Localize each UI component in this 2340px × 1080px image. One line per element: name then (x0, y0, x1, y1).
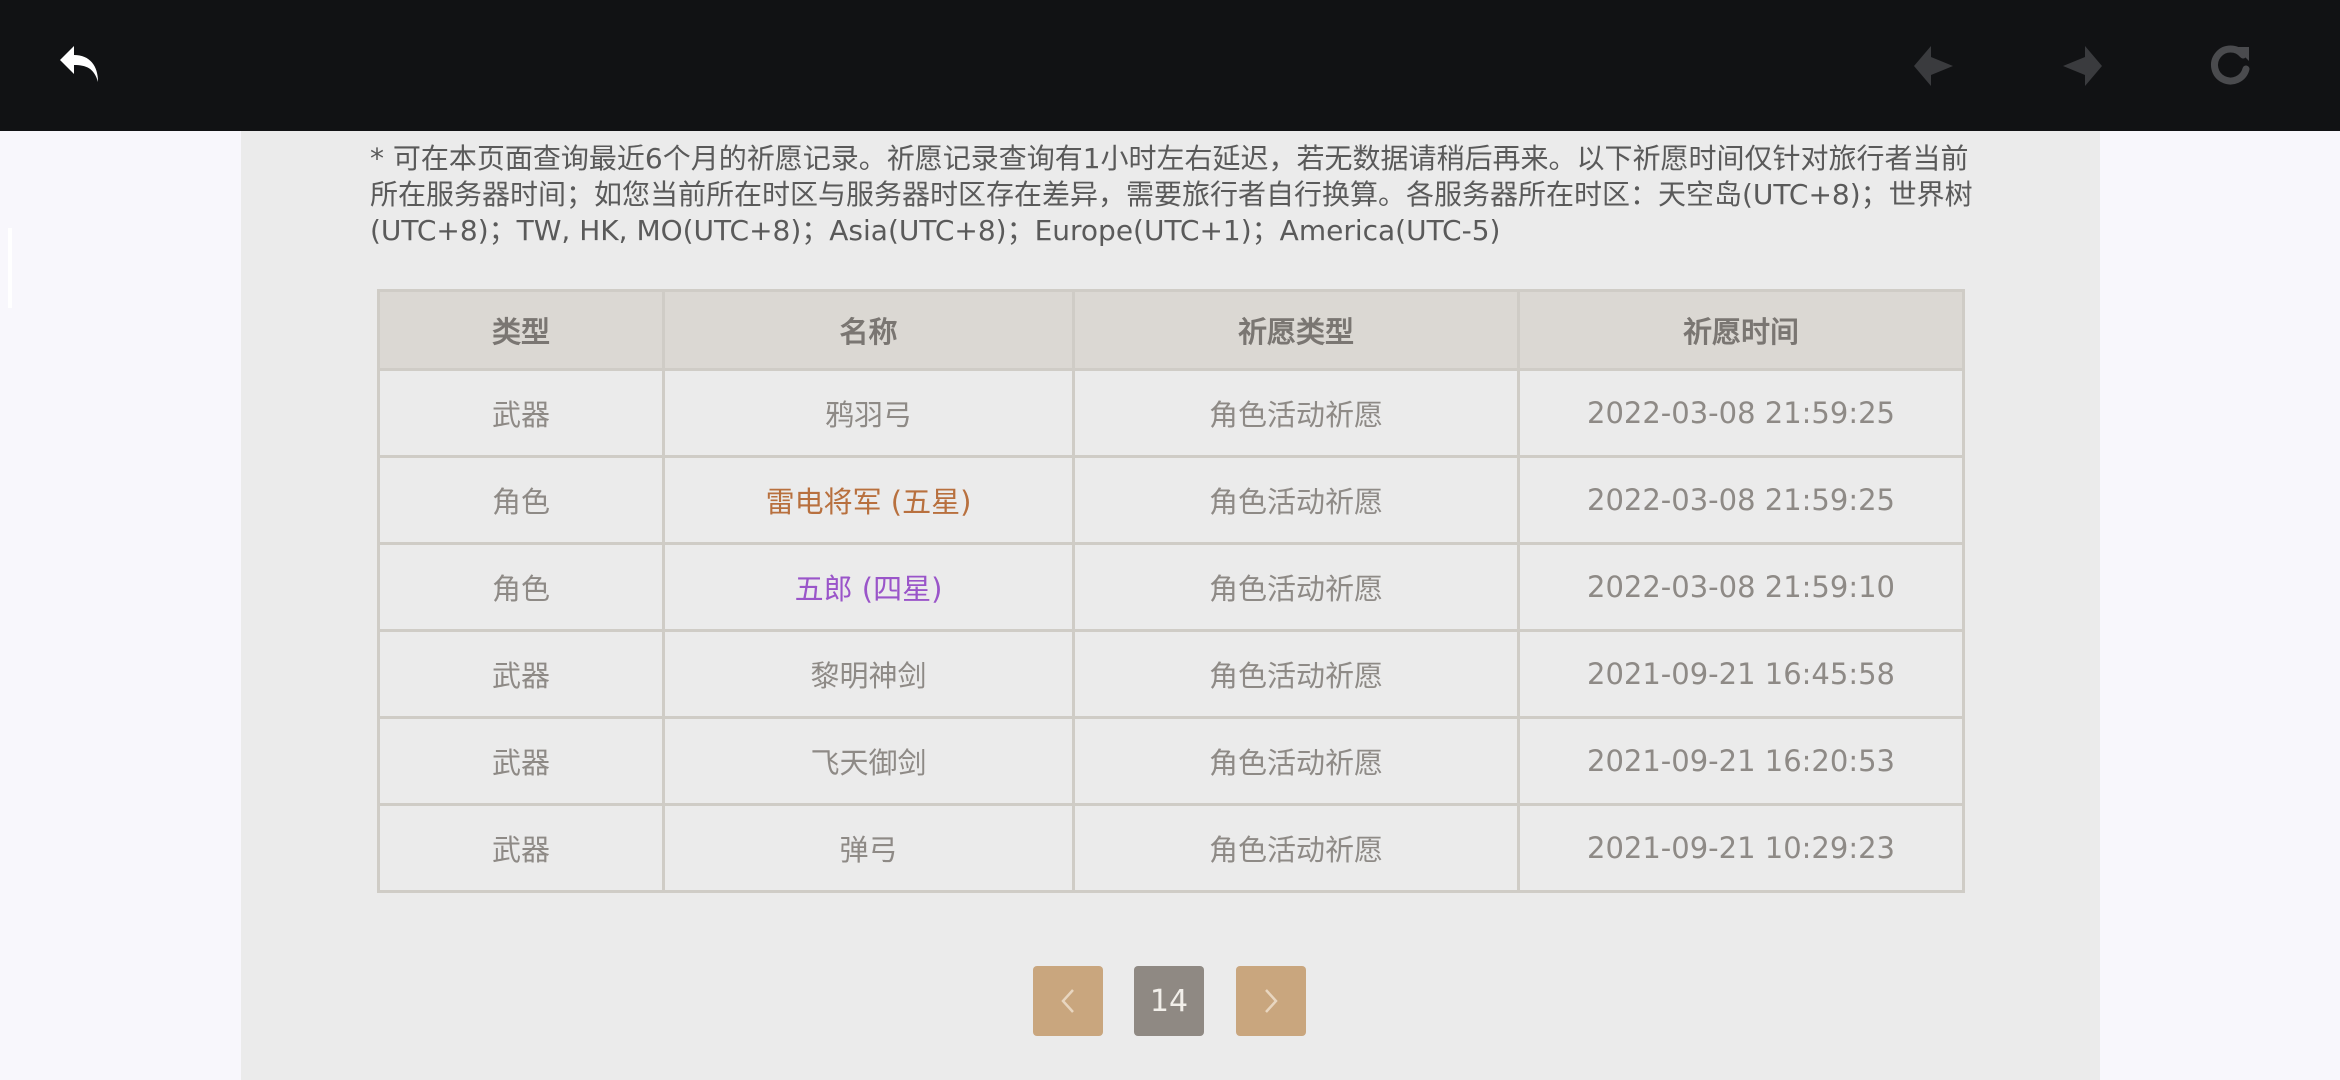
refresh-button[interactable] (2200, 36, 2260, 96)
cell-wish-type: 角色活动祈愿 (1072, 629, 1520, 719)
cell-wish-time: 2021-09-21 16:20:53 (1517, 716, 1965, 806)
prev-page-button[interactable] (1033, 966, 1103, 1036)
nav-forward-button[interactable] (2052, 36, 2112, 96)
top-toolbar (0, 0, 2340, 131)
header-wish-time: 祈愿时间 (1517, 289, 1965, 371)
cell-type: 角色 (377, 455, 665, 545)
table-row: 武器 飞天御剑 角色活动祈愿 2021-09-21 16:20:53 (377, 716, 1965, 806)
cell-name: 飞天御剑 (662, 716, 1075, 806)
pagination: 14 (241, 966, 2100, 1036)
cell-type: 武器 (377, 803, 665, 893)
cell-wish-time: 2022-03-08 21:59:25 (1517, 455, 1965, 545)
table-row: 角色 雷电将军 (五星) 角色活动祈愿 2022-03-08 21:59:25 (377, 455, 1965, 545)
cell-name: 弹弓 (662, 803, 1075, 893)
cell-name: 鸦羽弓 (662, 368, 1075, 458)
diamond-arrow-left-icon (1914, 46, 1953, 86)
diamond-arrow-right-icon (2063, 46, 2102, 86)
table-header-row: 类型 名称 祈愿类型 祈愿时间 (377, 289, 1965, 371)
chevron-right-icon (1265, 989, 1278, 1013)
wish-record-table: 类型 名称 祈愿类型 祈愿时间 武器 鸦羽弓 角色活动祈愿 2022-03-08… (377, 289, 1965, 893)
refresh-icon (2211, 45, 2250, 85)
timezone-notice: * 可在本页面查询最近6个月的祈愿记录。祈愿记录查询有1小时左右延迟，若无数据请… (370, 142, 1973, 247)
cell-wish-type: 角色活动祈愿 (1072, 368, 1520, 458)
cell-type: 武器 (377, 629, 665, 719)
cell-wish-type: 角色活动祈愿 (1072, 455, 1520, 545)
edge-indicator (8, 228, 12, 308)
cell-name-five-star: 雷电将军 (五星) (662, 455, 1075, 545)
wish-history-panel: * 可在本页面查询最近6个月的祈愿记录。祈愿记录查询有1小时左右延迟，若无数据请… (241, 131, 2100, 1080)
cell-wish-time: 2021-09-21 16:45:58 (1517, 629, 1965, 719)
cell-wish-time: 2022-03-08 21:59:25 (1517, 368, 1965, 458)
back-button[interactable] (52, 36, 112, 96)
table-row: 角色 五郎 (四星) 角色活动祈愿 2022-03-08 21:59:10 (377, 542, 1965, 632)
cell-wish-type: 角色活动祈愿 (1072, 803, 1520, 893)
table-row: 武器 弹弓 角色活动祈愿 2021-09-21 10:29:23 (377, 803, 1965, 893)
chevron-left-icon (1061, 989, 1074, 1013)
current-page-indicator: 14 (1134, 966, 1204, 1036)
cell-wish-time: 2022-03-08 21:59:10 (1517, 542, 1965, 632)
cell-type: 角色 (377, 542, 665, 632)
cell-type: 武器 (377, 368, 665, 458)
header-wish-type: 祈愿类型 (1072, 289, 1520, 371)
cell-wish-type: 角色活动祈愿 (1072, 716, 1520, 806)
cell-wish-time: 2021-09-21 10:29:23 (1517, 803, 1965, 893)
cell-name-four-star: 五郎 (四星) (662, 542, 1075, 632)
table-row: 武器 黎明神剑 角色活动祈愿 2021-09-21 16:45:58 (377, 629, 1965, 719)
cell-name: 黎明神剑 (662, 629, 1075, 719)
table-row: 武器 鸦羽弓 角色活动祈愿 2022-03-08 21:59:25 (377, 368, 1965, 458)
next-page-button[interactable] (1236, 966, 1306, 1036)
undo-arrow-icon (60, 46, 98, 82)
nav-back-button[interactable] (1904, 36, 1964, 96)
header-type: 类型 (377, 289, 665, 371)
header-name: 名称 (662, 289, 1075, 371)
cell-wish-type: 角色活动祈愿 (1072, 542, 1520, 632)
cell-type: 武器 (377, 716, 665, 806)
